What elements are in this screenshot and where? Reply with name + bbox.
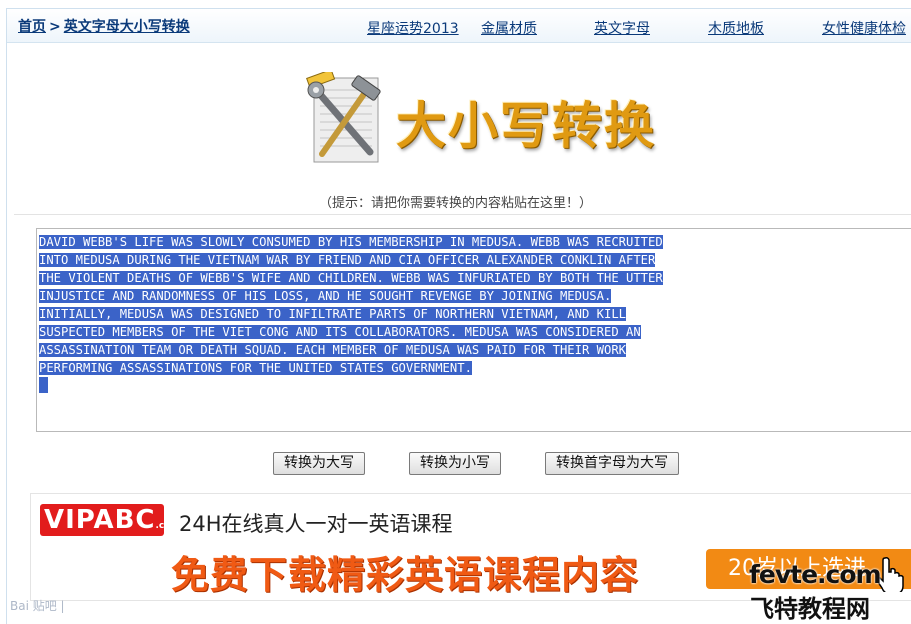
text-line: SUSPECTED MEMBERS OF THE VIET CONG AND I…: [39, 325, 641, 339]
text-line: INJUSTICE AND RANDOMNESS OF HIS LOSS, AN…: [39, 289, 612, 303]
divider: [14, 214, 911, 215]
text-input-area[interactable]: DAVID WEBB'S LIFE WAS SLOWLY CONSUMED BY…: [36, 228, 911, 432]
vipabc-logo: VIPABC.com: [40, 504, 180, 536]
nav-link-wood-floor[interactable]: 木质地板: [708, 18, 764, 38]
text-line: INTO MEDUSA DURING THE VIETNAM WAR BY FR…: [39, 253, 656, 267]
nav-link-metal-material[interactable]: 金属材质: [481, 18, 537, 38]
breadcrumb-home-link[interactable]: 首页: [18, 19, 46, 35]
logo-title: 大小写转换: [396, 97, 656, 155]
selection-trailing-line: [39, 377, 48, 393]
site-watermark-cn: 飞特教程网: [750, 595, 870, 623]
breadcrumb-current-link[interactable]: 英文字母大小写转换: [64, 19, 190, 35]
convert-uppercase-button[interactable]: 转换为大写: [273, 452, 365, 475]
text-line: DAVID WEBB'S LIFE WAS SLOWLY CONSUMED BY…: [39, 235, 663, 249]
nav-link-english-letters[interactable]: 英文字母: [594, 18, 650, 38]
nav-link-horoscope[interactable]: 星座运势2013: [367, 18, 459, 38]
paste-hint: （提示：请把你需要转换的内容粘贴在这里！）: [318, 196, 592, 211]
logo: 大小写转换: [300, 72, 670, 172]
text-line: PERFORMING ASSASSINATIONS FOR THE UNITED…: [39, 361, 472, 375]
ad-tagline: 24H在线真人一对一英语课程: [179, 512, 453, 536]
convert-lowercase-button[interactable]: 转换为小写: [409, 452, 501, 475]
baidu-watermark: Bai 贴吧 |: [10, 599, 65, 613]
nav-link-women-health[interactable]: 女性健康体检: [822, 18, 906, 38]
convert-capitalize-button[interactable]: 转换首字母为大写: [545, 452, 679, 475]
text-line: THE VIOLENT DEATHS OF WEBB'S WIFE AND CH…: [39, 271, 663, 285]
selected-text: DAVID WEBB'S LIFE WAS SLOWLY CONSUMED BY…: [39, 233, 897, 377]
text-line: INITIALLY, MEDUSA WAS DESIGNED TO INFILT…: [39, 307, 626, 321]
top-bar: 首页 > 英文字母大小写转换 星座运势2013 金属材质 英文字母 木质地板 女性健…: [7, 9, 911, 43]
tools-wrench-hammer-icon: [306, 72, 381, 163]
text-line: ASSASSINATION TEAM OR DEATH SQUAD. EACH …: [39, 343, 626, 357]
breadcrumb: 首页 > 英文字母大小写转换: [18, 16, 190, 36]
ad-headline: 免费下载精彩英语课程内容: [171, 553, 640, 597]
breadcrumb-separator: >: [49, 19, 61, 35]
site-watermark: fevte.com: [749, 560, 882, 589]
